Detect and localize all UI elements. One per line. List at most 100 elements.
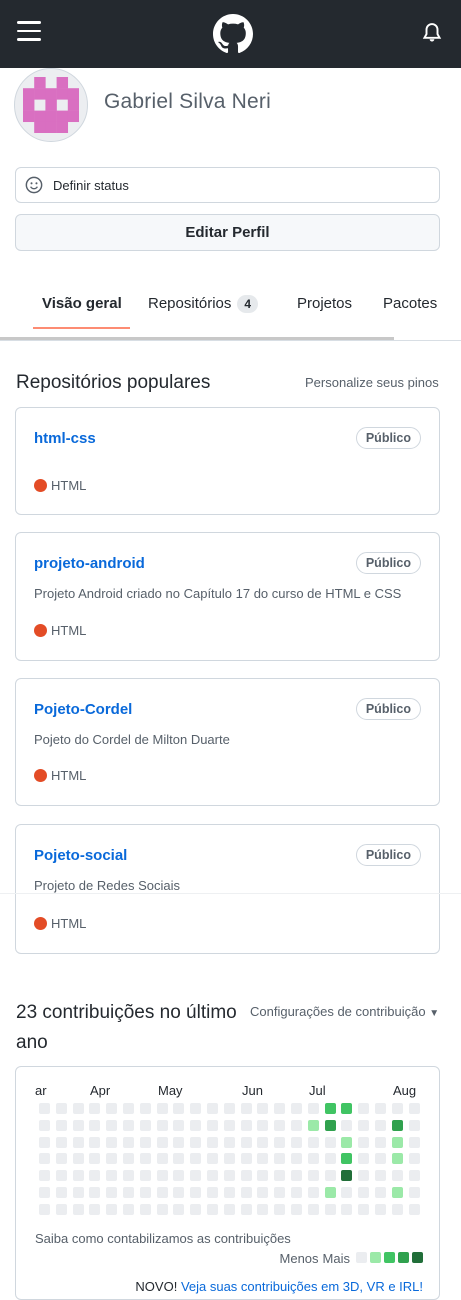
contribution-day-cell[interactable]: [274, 1103, 286, 1114]
contribution-day-cell[interactable]: [240, 1170, 252, 1182]
contribution-day-cell[interactable]: [307, 1119, 319, 1131]
contribution-day-cell[interactable]: [257, 1203, 269, 1215]
contribution-day-cell[interactable]: [72, 1187, 84, 1198]
contribution-day-cell[interactable]: [106, 1170, 118, 1182]
contribution-day-cell[interactable]: [207, 1203, 218, 1215]
contribution-day-cell[interactable]: [341, 1153, 353, 1165]
contribution-day-cell[interactable]: [307, 1187, 319, 1198]
contribution-day-cell[interactable]: [55, 1153, 67, 1165]
contribution-day-cell[interactable]: [72, 1103, 84, 1114]
contribution-day-cell[interactable]: [307, 1170, 319, 1182]
contribution-day-cell[interactable]: [291, 1136, 302, 1148]
contribution-day-cell[interactable]: [274, 1187, 286, 1198]
contribution-day-cell[interactable]: [274, 1153, 286, 1165]
contribution-day-cell[interactable]: [39, 1103, 50, 1114]
contribution-day-cell[interactable]: [307, 1153, 319, 1165]
contribution-day-cell[interactable]: [207, 1119, 218, 1131]
contribution-day-cell[interactable]: [156, 1203, 168, 1215]
contribution-day-cell[interactable]: [408, 1187, 420, 1198]
contribution-day-cell[interactable]: [391, 1119, 403, 1131]
contribution-day-cell[interactable]: [173, 1119, 185, 1131]
contribution-day-cell[interactable]: [358, 1136, 370, 1148]
contribution-day-cell[interactable]: [139, 1103, 151, 1114]
contribution-day-cell[interactable]: [324, 1119, 336, 1131]
contribution-day-cell[interactable]: [207, 1153, 218, 1165]
contribution-day-cell[interactable]: [89, 1170, 101, 1182]
contribution-day-cell[interactable]: [223, 1170, 235, 1182]
tab-overview[interactable]: Visão geral: [42, 295, 122, 312]
contribution-day-cell[interactable]: [139, 1170, 151, 1182]
contribution-day-cell[interactable]: [291, 1119, 302, 1131]
contribution-day-cell[interactable]: [324, 1187, 336, 1198]
avatar[interactable]: [14, 68, 88, 142]
contribution-day-cell[interactable]: [408, 1170, 420, 1182]
contribution-day-cell[interactable]: [358, 1103, 370, 1114]
contribution-day-cell[interactable]: [123, 1203, 134, 1215]
contribution-day-cell[interactable]: [173, 1203, 185, 1215]
contribution-day-cell[interactable]: [123, 1187, 134, 1198]
tab-repositories[interactable]: Repositórios 4: [148, 295, 259, 313]
contribution-day-cell[interactable]: [257, 1187, 269, 1198]
contribution-day-cell[interactable]: [358, 1203, 370, 1215]
contribution-day-cell[interactable]: [39, 1203, 50, 1215]
contribution-day-cell[interactable]: [324, 1136, 336, 1148]
contribution-day-cell[interactable]: [123, 1170, 134, 1182]
contribution-day-cell[interactable]: [375, 1203, 386, 1215]
contribution-day-cell[interactable]: [89, 1103, 101, 1114]
contribution-day-cell[interactable]: [240, 1103, 252, 1114]
contribution-day-cell[interactable]: [207, 1170, 218, 1182]
contribution-day-cell[interactable]: [139, 1119, 151, 1131]
contribution-day-cell[interactable]: [72, 1153, 84, 1165]
contribution-day-cell[interactable]: [223, 1136, 235, 1148]
contribution-day-cell[interactable]: [173, 1153, 185, 1165]
contribution-day-cell[interactable]: [106, 1203, 118, 1215]
tab-packages[interactable]: Pacotes: [383, 295, 437, 312]
contribution-day-cell[interactable]: [291, 1170, 302, 1182]
contribution-day-cell[interactable]: [89, 1136, 101, 1148]
customize-pins-link[interactable]: Personalize seus pinos: [305, 375, 439, 390]
contribution-day-cell[interactable]: [156, 1187, 168, 1198]
view-3d-contributions-link[interactable]: Veja suas contribuições em 3D, VR e IRL!: [181, 1279, 423, 1294]
contribution-day-cell[interactable]: [240, 1119, 252, 1131]
contribution-day-cell[interactable]: [341, 1103, 353, 1114]
contribution-day-cell[interactable]: [190, 1170, 202, 1182]
contribution-day-cell[interactable]: [72, 1203, 84, 1215]
contribution-day-cell[interactable]: [274, 1119, 286, 1131]
contribution-day-cell[interactable]: [173, 1170, 185, 1182]
contribution-day-cell[interactable]: [223, 1203, 235, 1215]
contribution-day-cell[interactable]: [257, 1170, 269, 1182]
contribution-day-cell[interactable]: [89, 1119, 101, 1131]
contribution-day-cell[interactable]: [139, 1153, 151, 1165]
contribution-day-cell[interactable]: [173, 1103, 185, 1114]
contribution-day-cell[interactable]: [408, 1203, 420, 1215]
contribution-day-cell[interactable]: [274, 1203, 286, 1215]
contribution-day-cell[interactable]: [341, 1187, 353, 1198]
contribution-day-cell[interactable]: [324, 1170, 336, 1182]
contribution-day-cell[interactable]: [358, 1170, 370, 1182]
contribution-day-cell[interactable]: [39, 1153, 50, 1165]
contribution-day-cell[interactable]: [106, 1187, 118, 1198]
contribution-day-cell[interactable]: [291, 1103, 302, 1114]
contribution-day-cell[interactable]: [291, 1153, 302, 1165]
contribution-day-cell[interactable]: [106, 1103, 118, 1114]
contribution-day-cell[interactable]: [375, 1153, 386, 1165]
contribution-day-cell[interactable]: [391, 1203, 403, 1215]
tab-projects[interactable]: Projetos: [297, 295, 352, 312]
contribution-day-cell[interactable]: [123, 1103, 134, 1114]
contribution-day-cell[interactable]: [55, 1103, 67, 1114]
contribution-day-cell[interactable]: [190, 1136, 202, 1148]
contribution-day-cell[interactable]: [190, 1203, 202, 1215]
contribution-day-cell[interactable]: [39, 1170, 50, 1182]
contribution-day-cell[interactable]: [408, 1153, 420, 1165]
contribution-day-cell[interactable]: [72, 1170, 84, 1182]
contribution-day-cell[interactable]: [72, 1119, 84, 1131]
contribution-day-cell[interactable]: [391, 1170, 403, 1182]
repo-name-link[interactable]: Pojeto-social: [34, 847, 127, 864]
contribution-day-cell[interactable]: [207, 1187, 218, 1198]
contribution-day-cell[interactable]: [190, 1119, 202, 1131]
contribution-day-cell[interactable]: [375, 1170, 386, 1182]
contribution-day-cell[interactable]: [173, 1187, 185, 1198]
contribution-day-cell[interactable]: [156, 1136, 168, 1148]
contribution-day-cell[interactable]: [156, 1103, 168, 1114]
contribution-day-cell[interactable]: [55, 1203, 67, 1215]
